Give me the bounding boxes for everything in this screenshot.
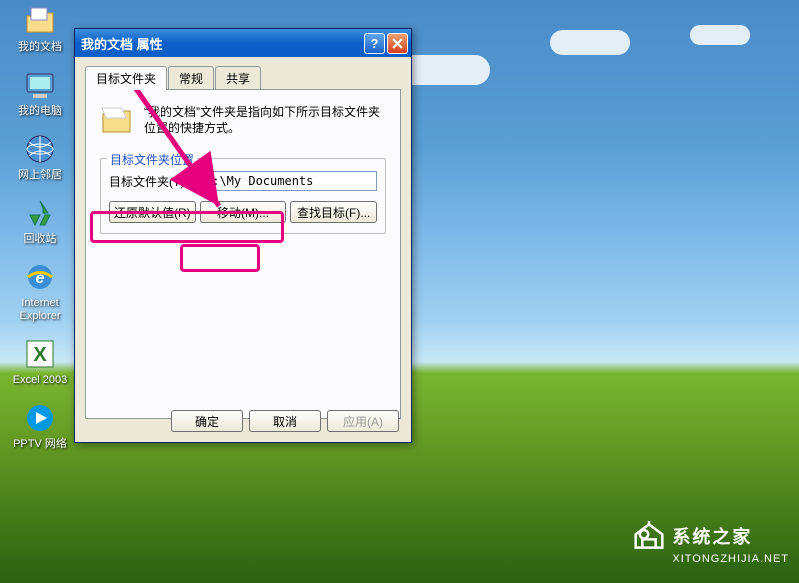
cancel-button[interactable]: 取消 xyxy=(249,410,321,432)
pptv-icon xyxy=(23,401,57,435)
svg-text:e: e xyxy=(36,270,45,287)
find-target-button[interactable]: 查找目标(F)... xyxy=(290,201,377,223)
desktop-icon-recycle-bin[interactable]: 回收站 xyxy=(4,196,76,246)
apply-button[interactable]: 应用(A) xyxy=(327,410,399,432)
watermark-logo-icon xyxy=(632,521,666,551)
desktop-icon-my-documents[interactable]: 我的文档 xyxy=(4,4,76,54)
watermark-title: 系统之家 xyxy=(672,523,752,549)
tab-general[interactable]: 常规 xyxy=(168,66,214,90)
excel-icon: X xyxy=(23,337,57,371)
help-button[interactable]: ? xyxy=(364,33,385,54)
target-folder-input[interactable] xyxy=(201,171,377,191)
close-icon xyxy=(392,38,403,49)
sky-clouds xyxy=(350,20,799,100)
desktop-icon-my-computer[interactable]: 我的电脑 xyxy=(4,68,76,118)
tab-row: 目标文件夹 常规 共享 xyxy=(85,66,401,90)
target-field-label: 目标文件夹(T): xyxy=(109,173,201,190)
move-button[interactable]: 移动(M)... xyxy=(200,201,287,223)
close-button[interactable] xyxy=(387,33,408,54)
desktop-icon-label: 回收站 xyxy=(4,233,76,246)
dialog-title: 我的文档 属性 xyxy=(81,34,362,53)
desktop-icon-label: Excel 2003 xyxy=(4,374,76,387)
tab-share[interactable]: 共享 xyxy=(215,66,261,90)
group-legend: 目标文件夹位置 xyxy=(107,151,197,168)
tab-panel: “我的文档”文件夹是指向如下所示目标文件夹位置的快捷方式。 目标文件夹位置 目标… xyxy=(85,89,401,419)
tab-target-folder[interactable]: 目标文件夹 xyxy=(85,66,167,90)
restore-default-button[interactable]: 还原默认值(R) xyxy=(109,201,196,223)
properties-dialog: 我的文档 属性 ? 目标文件夹 常规 共享 “我的文档”文件夹是指向如下所示目标… xyxy=(74,28,412,443)
folder-docs-icon xyxy=(23,4,57,38)
desktop-icon-label: 我的电脑 xyxy=(4,105,76,118)
desktop-icon-network-places[interactable]: 网上邻居 xyxy=(4,132,76,182)
ok-button[interactable]: 确定 xyxy=(171,410,243,432)
desktop-icon-label: 网上邻居 xyxy=(4,169,76,182)
svg-text:X: X xyxy=(33,344,47,366)
titlebar[interactable]: 我的文档 属性 ? xyxy=(75,29,411,57)
folder-info-icon xyxy=(100,104,134,138)
network-icon xyxy=(23,132,57,166)
watermark: 系统之家 XITONGZHIJIA.NET xyxy=(632,521,789,565)
info-text: “我的文档”文件夹是指向如下所示目标文件夹位置的快捷方式。 xyxy=(144,104,386,138)
watermark-url: XITONGZHIJIA.NET xyxy=(672,553,789,565)
desktop-icon-label: PPTV 网络 xyxy=(4,438,76,451)
recycle-icon xyxy=(23,196,57,230)
desktop-icon-pptv[interactable]: PPTV 网络 xyxy=(4,401,76,451)
desktop-icon-label: 我的文档 xyxy=(4,41,76,54)
computer-icon xyxy=(23,68,57,102)
desktop-icon-internet-explorer[interactable]: e Internet Explorer xyxy=(4,260,76,323)
desktop-icon-label: Internet Explorer xyxy=(4,297,76,323)
desktop-icon-excel-2003[interactable]: X Excel 2003 xyxy=(4,337,76,387)
ie-icon: e xyxy=(23,260,57,294)
target-location-group: 目标文件夹位置 目标文件夹(T): 还原默认值(R) 移动(M)... 查找目标… xyxy=(100,158,386,234)
